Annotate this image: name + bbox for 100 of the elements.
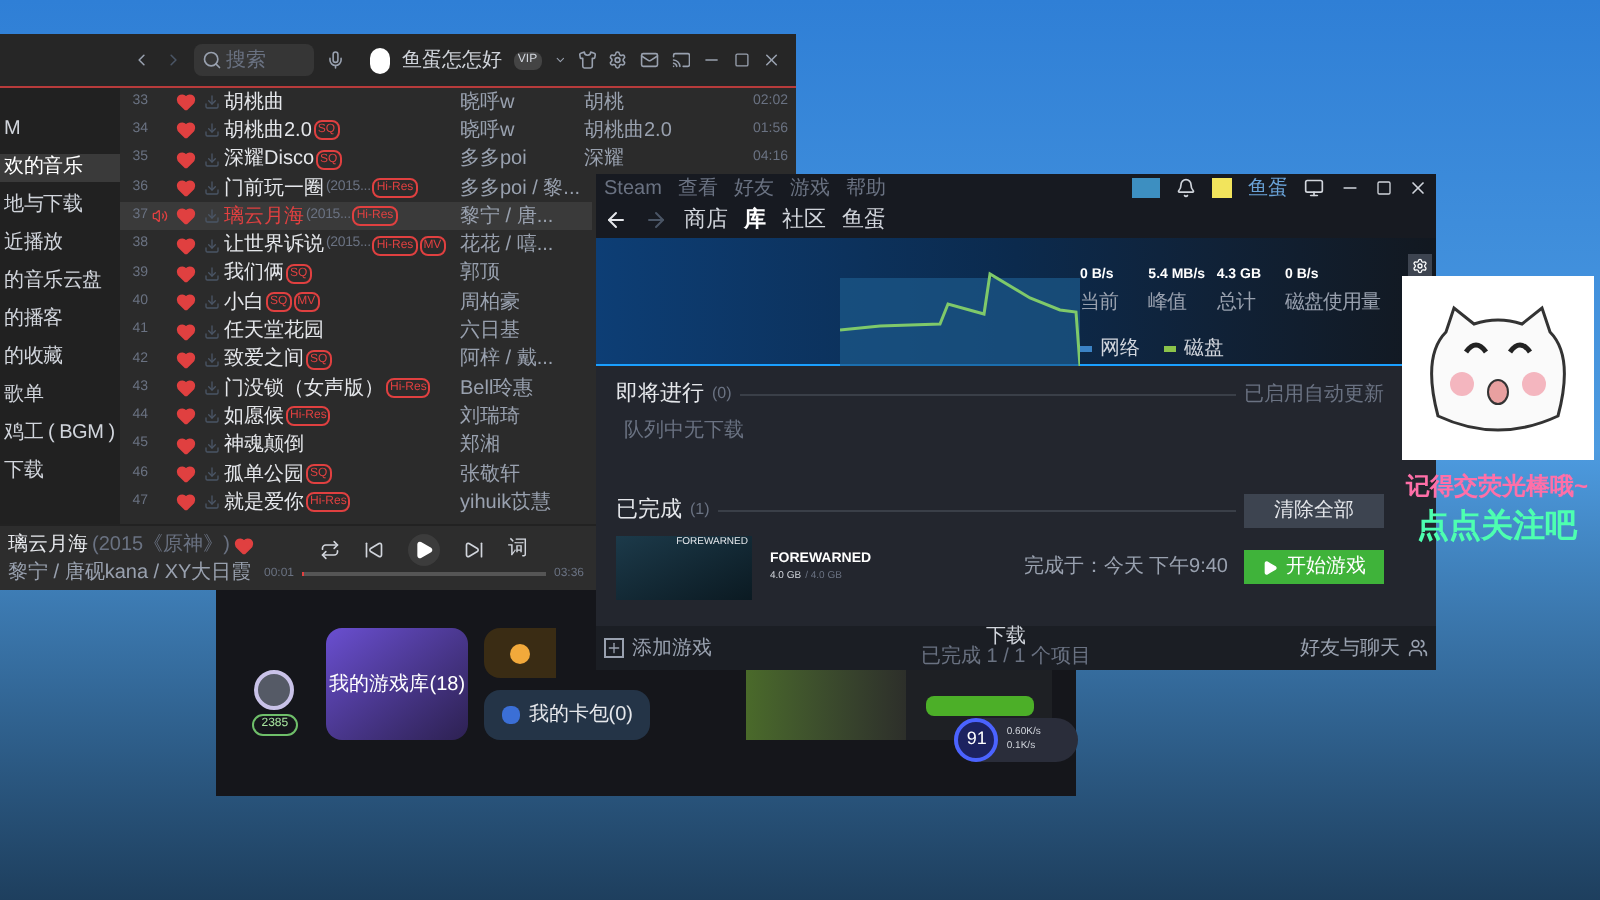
close-icon[interactable] xyxy=(1408,178,1428,198)
friends-chat-button[interactable]: 好友与聊天 xyxy=(1300,633,1428,663)
lyrics-button[interactable]: 词 xyxy=(508,534,528,564)
user-name[interactable]: 鱼蛋怎怎好 xyxy=(401,45,502,75)
menu-item[interactable]: 游戏 xyxy=(789,173,830,203)
heart-icon[interactable] xyxy=(233,535,254,555)
game-library-card[interactable]: 我的游戏库(18) xyxy=(325,628,469,740)
promo-card[interactable] xyxy=(484,628,557,678)
mini-player-icon[interactable] xyxy=(671,48,691,72)
avatar[interactable] xyxy=(254,670,295,710)
monitor-icon[interactable] xyxy=(1304,178,1324,198)
download-icon[interactable] xyxy=(204,237,220,254)
download-icon[interactable] xyxy=(204,180,220,197)
track-title: 如愿候 xyxy=(224,403,284,432)
plus-icon xyxy=(604,638,624,658)
nav-tab[interactable]: 社区 xyxy=(782,203,826,237)
track-artist: yihuik苡慧 xyxy=(460,489,554,518)
menu-item[interactable]: 好友 xyxy=(733,173,774,203)
close-icon[interactable] xyxy=(761,48,781,72)
download-icon[interactable] xyxy=(204,437,220,454)
card-pack-icon xyxy=(502,706,521,724)
previous-icon[interactable] xyxy=(364,539,384,559)
add-game-button[interactable]: 添加游戏 xyxy=(604,633,712,663)
nav-tab[interactable]: 商店 xyxy=(684,203,728,237)
track-title: 胡桃曲 xyxy=(224,89,284,118)
maximize-icon[interactable] xyxy=(1376,180,1392,196)
heart-icon[interactable] xyxy=(176,92,196,113)
sidebar-item[interactable]: 近播放 xyxy=(0,230,120,258)
track-title: 璃云月海 xyxy=(224,203,304,232)
heart-icon[interactable] xyxy=(176,178,196,199)
caret-icon[interactable] xyxy=(553,52,566,68)
download-icon[interactable] xyxy=(204,351,220,368)
settings-button[interactable] xyxy=(1408,254,1432,278)
download-icon[interactable] xyxy=(204,294,220,311)
download-icon[interactable] xyxy=(204,323,220,340)
speaker-icon xyxy=(152,208,168,225)
download-icon[interactable] xyxy=(204,494,220,511)
menu-item[interactable]: 查看 xyxy=(677,173,718,203)
stat-label: 磁盘使用量 xyxy=(1285,289,1381,317)
download-icon[interactable] xyxy=(204,94,220,111)
track-title: 孤单公园 xyxy=(224,461,304,490)
heart-icon[interactable] xyxy=(176,149,196,170)
play-button[interactable] xyxy=(408,533,440,565)
sidebar-item[interactable]: 的收藏 xyxy=(0,344,120,372)
sidebar-item[interactable]: M xyxy=(0,116,120,144)
heart-icon[interactable] xyxy=(176,435,196,456)
empty-queue-text: 队列中无下载 xyxy=(624,417,746,445)
mail-icon[interactable] xyxy=(639,48,660,72)
download-icon[interactable] xyxy=(204,151,220,168)
heart-icon[interactable] xyxy=(176,120,196,141)
heart-icon[interactable] xyxy=(176,349,196,370)
download-icon[interactable] xyxy=(204,408,220,425)
repeat-icon[interactable] xyxy=(320,539,340,559)
bell-icon[interactable] xyxy=(1176,178,1196,198)
account-name[interactable]: 鱼蛋 xyxy=(1248,173,1288,203)
download-icon[interactable] xyxy=(204,122,220,139)
sidebar-item[interactable]: 的播客 xyxy=(0,306,120,334)
heart-icon[interactable] xyxy=(176,464,196,484)
heart-icon[interactable] xyxy=(176,492,196,513)
microphone-icon[interactable] xyxy=(326,48,346,72)
heart-icon[interactable] xyxy=(176,406,196,427)
back-icon[interactable] xyxy=(604,208,628,232)
track-artist: 阿梓 / 戴... xyxy=(460,345,556,375)
heart-icon[interactable] xyxy=(176,378,196,399)
nav-tab[interactable]: 鱼蛋 xyxy=(842,203,886,237)
heart-icon[interactable] xyxy=(176,235,196,256)
menu-item[interactable]: Steam xyxy=(604,173,662,203)
banner-action-button[interactable] xyxy=(925,695,1034,715)
sidebar-item[interactable]: 歌单 xyxy=(0,382,120,410)
heart-icon[interactable] xyxy=(176,292,196,313)
track-title: 门前玩一圈 xyxy=(224,175,324,204)
track-artist: 郭顶 xyxy=(460,259,502,289)
auto-update-status: 已启用自动更新 xyxy=(1244,381,1384,410)
avatar[interactable] xyxy=(369,47,390,73)
search-field[interactable]: 搜索 xyxy=(194,44,315,76)
track-title: 致爱之间 xyxy=(224,345,304,375)
song-title: 璃云月海 xyxy=(8,531,88,560)
nav-tab[interactable]: 库 xyxy=(744,203,766,237)
heart-icon[interactable] xyxy=(176,206,196,227)
maximize-icon[interactable] xyxy=(733,50,750,70)
track-title: 让世界诉说 xyxy=(224,231,324,261)
sidebar-item[interactable]: 的音乐云盘 xyxy=(0,268,120,296)
next-icon[interactable] xyxy=(464,539,484,559)
menu-item[interactable]: 帮助 xyxy=(845,173,886,203)
stat-label: 当前 xyxy=(1080,289,1120,317)
download-icon[interactable] xyxy=(204,265,220,282)
shirt-icon[interactable] xyxy=(577,48,597,72)
settings-icon[interactable] xyxy=(608,48,628,72)
card-pack-button[interactable]: 我的卡包(0) xyxy=(484,690,651,740)
sidebar-item[interactable]: 鸡工 ( BGM ) xyxy=(0,420,120,448)
heart-icon[interactable] xyxy=(176,321,196,342)
heart-icon[interactable] xyxy=(176,263,196,284)
section-title: 已完成 xyxy=(616,495,682,526)
sidebar-item[interactable]: 地与下载 xyxy=(0,192,120,220)
download-icon[interactable] xyxy=(204,466,220,482)
sidebar-item[interactable]: 下载 xyxy=(0,458,120,486)
sidebar-item[interactable]: 欢的音乐 xyxy=(0,154,120,182)
download-icon[interactable] xyxy=(204,380,220,397)
clear-all-button[interactable]: 清除全部 xyxy=(1244,493,1384,527)
forward-icon[interactable] xyxy=(644,208,668,232)
